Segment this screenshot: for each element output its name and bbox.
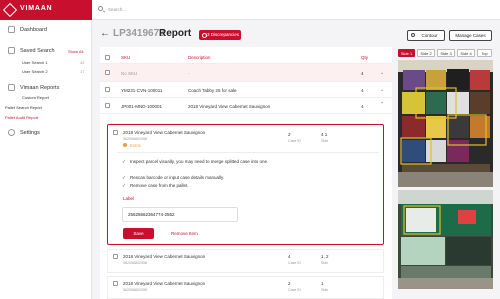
nav-dashboard[interactable]: Dashboard <box>20 27 47 33</box>
divider <box>117 152 379 153</box>
contour-icon <box>411 33 415 37</box>
chevron-up-icon[interactable]: ⌄ <box>380 100 384 106</box>
remove-item-button[interactable]: Remove Item <box>171 231 198 236</box>
row-description: - <box>188 71 190 76</box>
row-qty: 4 <box>361 71 364 76</box>
row-sku: No SKU <box>121 71 138 76</box>
case-name: 2018 Vineyard View Cabernet Sauvignon <box>123 130 206 135</box>
nav-settings[interactable]: Settings <box>20 130 40 136</box>
case-name: 2018 Vineyard View Cabernet Sauvignon <box>123 254 206 259</box>
case-id-label: Case ID <box>288 139 301 143</box>
column-description: Description <box>188 55 211 60</box>
saved-search-count-2: 17 <box>80 69 85 74</box>
save-button[interactable]: Save <box>123 228 154 239</box>
tab-side-1[interactable]: Side 1 <box>398 49 415 57</box>
top-bar <box>92 0 500 20</box>
tab-side-3[interactable]: Side 3 <box>437 49 455 57</box>
label-input[interactable]: 25625662364774-2552 <box>122 207 238 222</box>
select-all-checkbox[interactable] <box>105 55 110 60</box>
case-code: 562056802058 <box>123 261 147 265</box>
instruction-item: Remove case from the pallet. <box>130 183 189 188</box>
case-checkbox[interactable] <box>113 281 118 286</box>
divider <box>100 97 392 98</box>
arrow-left-icon[interactable]: ← <box>100 28 110 39</box>
case-id-value: 2 <box>288 281 291 286</box>
check-icon: ✓ <box>122 183 126 188</box>
row-checkbox[interactable] <box>105 103 110 108</box>
search-input[interactable]: Search... <box>108 7 126 12</box>
case-code: 562056802058 <box>123 137 147 141</box>
nav-pallet-search-report[interactable]: Pallet Search Report <box>5 105 42 110</box>
nav-custom-report[interactable]: Custom Report <box>22 95 49 100</box>
check-icon: ✓ <box>122 159 126 164</box>
row-description: Coach Tabby 26 for sale <box>188 88 237 93</box>
label-title: Label <box>123 196 135 201</box>
chevron-down-icon[interactable]: ⌄ <box>380 87 384 93</box>
row-sku: YM231-CVN-100011 <box>121 88 163 93</box>
list-item[interactable] <box>107 249 384 273</box>
case-id-value: 2 <box>288 132 291 137</box>
pallet-image-side-2[interactable] <box>398 190 493 289</box>
row-qty: 4 <box>361 104 364 109</box>
case-id-label: Case ID <box>288 261 301 265</box>
row-sku: JP001-MND-100001 <box>121 104 163 109</box>
report-id: LP3419673 <box>113 28 165 39</box>
side-value: 1, 2 <box>321 254 329 259</box>
search-icon <box>98 6 103 11</box>
case-code: 562056802058 <box>123 288 147 292</box>
chevron-down-icon[interactable]: ⌄ <box>380 70 384 76</box>
bookmark-icon <box>8 47 15 54</box>
divider <box>100 81 392 82</box>
table-row[interactable] <box>100 64 392 81</box>
page-title: Report <box>159 28 192 39</box>
show-all-link[interactable]: Show All <box>68 49 83 54</box>
instruction-item: Rescan barcode or input case details man… <box>130 175 225 180</box>
column-qty: Qty <box>361 55 369 60</box>
check-icon: ✓ <box>122 175 126 180</box>
row-checkbox[interactable] <box>105 87 110 92</box>
case-checkbox[interactable] <box>113 254 118 259</box>
row-checkbox[interactable] <box>105 70 110 75</box>
manage-cases-button[interactable]: Manage Cases <box>449 30 492 41</box>
row-description: 2018 Vineyard View Cabernet Sauvignon <box>188 104 271 109</box>
saved-search-item-1[interactable]: User Search 1 <box>22 60 48 65</box>
divider <box>100 113 392 114</box>
side-label: Side <box>321 261 329 265</box>
dashboard-icon <box>8 26 15 33</box>
tab-side-2[interactable]: Side 2 <box>417 49 435 57</box>
nav-vimaan-reports[interactable]: Vimaan Reports <box>20 85 59 91</box>
side-value: 4 1 <box>321 132 328 137</box>
report-icon <box>8 84 15 91</box>
brand-name: VIMAAN <box>20 5 53 12</box>
saved-search-count-1: 42 <box>80 60 85 65</box>
side-label: Side <box>321 139 329 143</box>
discrepancy-badge: 3 Discrepancies <box>199 30 241 40</box>
case-id-label: Case ID <box>288 288 301 292</box>
column-sku: SKU <box>121 55 131 60</box>
tab-side-4[interactable]: Side 4 <box>457 49 475 57</box>
pallet-image-side-1[interactable] <box>398 60 493 187</box>
row-qty: 4 <box>361 88 364 93</box>
case-id-value: 4 <box>288 254 291 259</box>
settings-icon <box>8 129 15 136</box>
tab-top[interactable]: Top <box>477 49 492 57</box>
side-value: 1 <box>321 281 324 286</box>
status-badge: Extra <box>130 143 141 148</box>
case-name: 2018 Vineyard View Cabernet Sauvignon <box>123 281 206 286</box>
nav-saved-search[interactable]: Saved Search <box>20 48 55 54</box>
case-checkbox[interactable] <box>113 130 118 135</box>
instruction-item: Inspect parcel visually, you may need to… <box>130 159 269 164</box>
saved-search-item-2[interactable]: User Search 2 <box>22 69 48 74</box>
status-dot <box>123 143 127 147</box>
sidebar <box>0 0 92 299</box>
side-label: Side <box>321 288 329 292</box>
nav-pallet-audit-report[interactable]: Pallet Audit Report <box>5 115 38 120</box>
list-item[interactable] <box>107 276 384 299</box>
